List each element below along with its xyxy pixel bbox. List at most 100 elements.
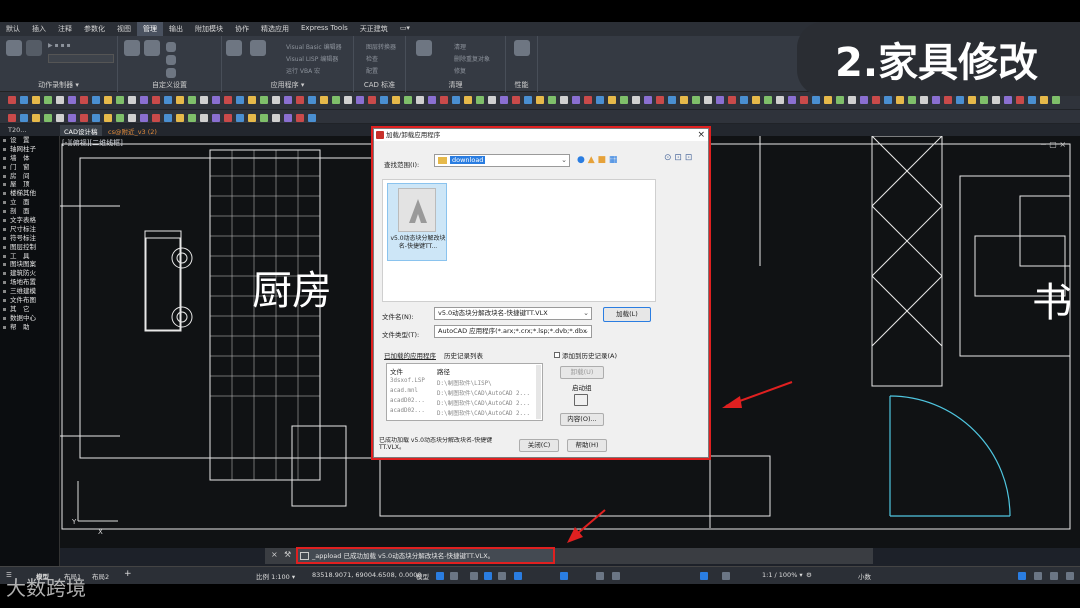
sidebar-item[interactable]: 房 间 xyxy=(0,172,59,181)
toolbar-button[interactable] xyxy=(272,96,280,104)
toolbar-button[interactable] xyxy=(44,114,52,122)
toolbar-button[interactable] xyxy=(224,114,232,122)
list-item[interactable]: 3dsxof.LSP D:\制图软件\LISP\ xyxy=(387,378,537,388)
toolbar-button[interactable] xyxy=(980,96,988,104)
load-application-icon[interactable] xyxy=(226,40,242,56)
toolbar-button[interactable] xyxy=(476,96,484,104)
toolbar-button[interactable] xyxy=(728,96,736,104)
ribbon-tab[interactable]: 输出 xyxy=(163,22,189,36)
toolbar-button[interactable] xyxy=(632,96,640,104)
vba-editor-item[interactable]: Visual Basic 编辑器 xyxy=(286,42,342,51)
toolbar-button[interactable] xyxy=(812,96,820,104)
sidebar-item[interactable]: 文字表格 xyxy=(0,216,59,225)
recover-item[interactable]: 修复 xyxy=(454,66,466,75)
toolbar-button[interactable] xyxy=(272,114,280,122)
tool-palettes-icon[interactable] xyxy=(144,40,160,56)
toolbar-button[interactable] xyxy=(308,96,316,104)
list-item[interactable]: acad.mnl D:\制图软件\CAD\AutoCAD 2... xyxy=(387,388,537,398)
toolbar-button[interactable] xyxy=(32,114,40,122)
toolbar-button[interactable] xyxy=(344,96,352,104)
ribbon-tab[interactable]: 参数化 xyxy=(78,22,111,36)
toolbar-button[interactable] xyxy=(488,96,496,104)
toolbar-button[interactable] xyxy=(764,96,772,104)
toolbar-button[interactable] xyxy=(992,96,1000,104)
file-browser[interactable]: v5.0动态块分解改块名-快捷键TT... xyxy=(382,179,656,302)
loaded-apps-tab[interactable]: 已加载的应用程序 xyxy=(384,350,436,360)
polar-icon[interactable] xyxy=(484,572,492,580)
help-button[interactable]: 帮助(H) xyxy=(567,439,607,452)
contents-button[interactable]: 内容(O)... xyxy=(560,413,604,426)
toolbar-button[interactable] xyxy=(92,96,100,104)
toolbar-button[interactable] xyxy=(296,114,304,122)
clean-screen-icon[interactable] xyxy=(1034,572,1042,580)
toolbar-button[interactable] xyxy=(20,114,28,122)
snap-icon[interactable] xyxy=(450,572,458,580)
unload-button[interactable]: 卸载(U) xyxy=(560,366,604,379)
transparency-icon[interactable] xyxy=(596,572,604,580)
toolbar-button[interactable] xyxy=(380,96,388,104)
sidebar-item[interactable]: 立 面 xyxy=(0,198,59,207)
sidebar-item[interactable]: 设 置 xyxy=(0,136,59,145)
toolbar-button[interactable] xyxy=(692,96,700,104)
action-macro-select[interactable] xyxy=(48,54,114,63)
checkbox-icon[interactable] xyxy=(554,352,560,358)
sidebar-item[interactable]: 符号标注 xyxy=(0,234,59,243)
stop-icon[interactable] xyxy=(26,40,42,56)
toolbar-button[interactable] xyxy=(128,114,136,122)
toolbar-button[interactable] xyxy=(416,96,424,104)
file-item[interactable]: v5.0动态块分解改块名-快捷键TT... xyxy=(387,183,447,261)
history-list-tab[interactable]: 历史记录列表 xyxy=(444,350,483,360)
performance-analyzer-icon[interactable] xyxy=(514,40,530,56)
toolbar-button[interactable] xyxy=(404,96,412,104)
toolbar-button[interactable] xyxy=(212,114,220,122)
toolbar-button[interactable] xyxy=(536,96,544,104)
sidebar-item[interactable]: 剖 面 xyxy=(0,207,59,216)
toolbar-button[interactable] xyxy=(512,96,520,104)
list-scrollbar[interactable] xyxy=(536,365,541,419)
toolbar-button[interactable] xyxy=(440,96,448,104)
record-icon[interactable] xyxy=(6,40,22,56)
scale-selector[interactable]: 比例 1:100 ▾ xyxy=(256,571,295,581)
add-history-checkbox[interactable]: 添加到历史记录(A) xyxy=(554,350,617,360)
isodraft-icon[interactable] xyxy=(498,572,506,580)
doc-tab-t20[interactable]: T20... xyxy=(4,125,30,135)
ribbon-tab[interactable]: 插入 xyxy=(26,22,52,36)
toolbar-button[interactable] xyxy=(152,114,160,122)
check-item[interactable]: 检查 xyxy=(366,54,378,63)
toolbar-button[interactable] xyxy=(860,96,868,104)
search-tools[interactable]: ⊙ ⊡ ⊡ xyxy=(664,153,692,163)
toolbar-button[interactable] xyxy=(884,96,892,104)
sidebar-item[interactable]: 屋 顶 xyxy=(0,180,59,189)
new-folder-icon[interactable]: ■ xyxy=(598,155,607,165)
osnap-icon[interactable] xyxy=(514,572,522,580)
toolbar-button[interactable] xyxy=(260,96,268,104)
toolbar-button[interactable] xyxy=(464,96,472,104)
ribbon-tab[interactable]: 精选应用 xyxy=(255,22,295,36)
toolbar-button[interactable] xyxy=(548,96,556,104)
up-folder-icon[interactable]: ▲ xyxy=(588,155,595,165)
toolbar-button[interactable] xyxy=(188,114,196,122)
toolbar-button[interactable] xyxy=(716,96,724,104)
configure-item[interactable]: 配置 xyxy=(366,66,378,75)
toolbar-button[interactable] xyxy=(176,96,184,104)
toolbar-button[interactable] xyxy=(44,96,52,104)
toolbar-button[interactable] xyxy=(116,114,124,122)
toolbar-button[interactable] xyxy=(584,96,592,104)
add-layout-button[interactable]: + xyxy=(124,569,132,579)
toolbar-button[interactable] xyxy=(872,96,880,104)
toolbar-button[interactable] xyxy=(524,96,532,104)
toolbar-button[interactable] xyxy=(320,96,328,104)
toolbar-button[interactable] xyxy=(1028,96,1036,104)
ribbon-tab[interactable]: 天正建筑 xyxy=(354,22,394,36)
lineweight-icon[interactable] xyxy=(560,572,568,580)
toolbar-button[interactable] xyxy=(800,96,808,104)
views-icon[interactable]: ▦ xyxy=(609,155,618,165)
annotation-monitor-icon[interactable] xyxy=(700,572,708,580)
toolbar-button[interactable] xyxy=(788,96,796,104)
toolbar-button[interactable] xyxy=(656,96,664,104)
sidebar-item[interactable]: 文件布图 xyxy=(0,296,59,305)
sidebar-item[interactable]: 尺寸标注 xyxy=(0,225,59,234)
selection-cycling-icon[interactable] xyxy=(612,572,620,580)
search-icon[interactable]: ⊙ xyxy=(664,153,672,163)
toolbar-button[interactable] xyxy=(560,96,568,104)
